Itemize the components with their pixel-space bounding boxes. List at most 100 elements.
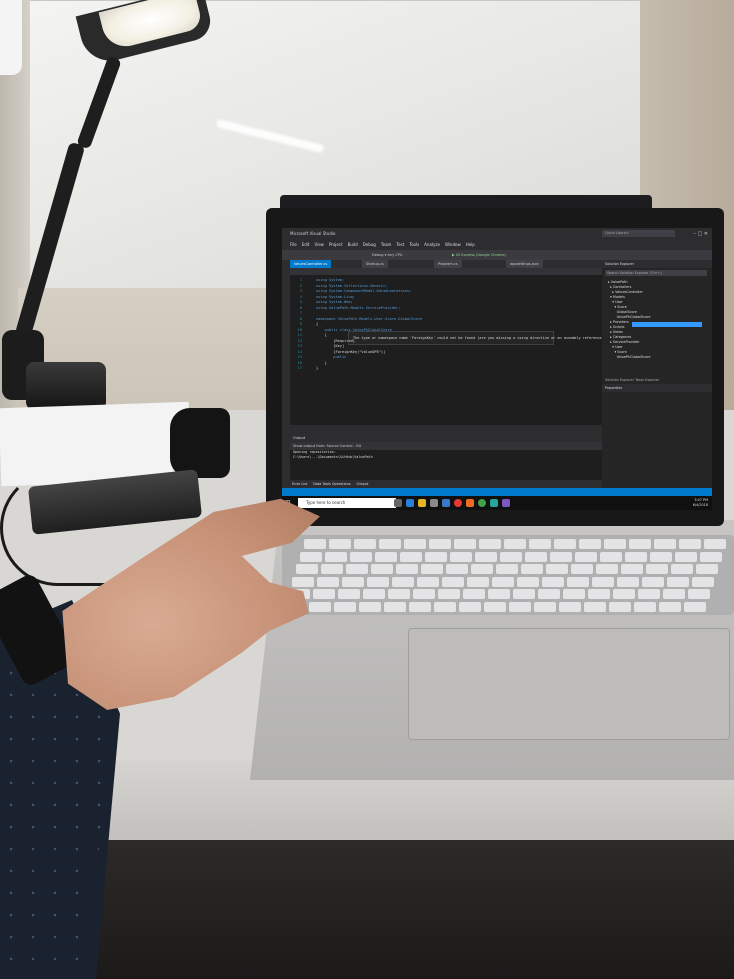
code-line[interactable]: }: [316, 366, 318, 370]
editor-tab[interactable]: appsettings.json: [506, 260, 543, 268]
keyboard-key[interactable]: [363, 589, 385, 599]
keyboard-key[interactable]: [479, 539, 501, 549]
keyboard-key[interactable]: [417, 576, 439, 587]
app-icon-teal[interactable]: [490, 499, 498, 507]
keyboard-key[interactable]: [404, 539, 426, 549]
code-line[interactable]: }: [316, 361, 327, 365]
keyboard-key[interactable]: [396, 564, 418, 574]
code-line[interactable]: using ValuePath.Models.ServiceProvider;: [316, 306, 400, 310]
keyboard-key[interactable]: [350, 551, 372, 562]
bottom-tab[interactable]: Data Tools Operations: [313, 482, 350, 486]
code-line[interactable]: using System.Collections.Generic;: [316, 284, 387, 288]
keyboard-key[interactable]: [296, 564, 318, 574]
keyboard-key[interactable]: [621, 564, 643, 574]
keyboard-key[interactable]: [346, 564, 368, 574]
menu-item-debug[interactable]: Debug: [363, 242, 376, 247]
keyboard-key[interactable]: [442, 576, 464, 587]
bottom-tab[interactable]: Error List: [292, 482, 307, 486]
menu-item-tools[interactable]: Tools: [409, 242, 419, 247]
keyboard-key[interactable]: [617, 576, 639, 587]
editor-tab[interactable]: Program.cs: [434, 260, 462, 268]
keyboard-key[interactable]: [525, 551, 547, 562]
keyboard-key[interactable]: [488, 589, 510, 599]
keyboard-key[interactable]: [613, 589, 635, 599]
store-icon[interactable]: [430, 499, 438, 507]
keyboard-key[interactable]: [384, 601, 406, 612]
file-explorer-icon[interactable]: [418, 499, 426, 507]
code-line[interactable]: public class ValuePhGlobalScore: [316, 328, 392, 332]
keyboard-key[interactable]: [450, 551, 472, 562]
keyboard-key[interactable]: [646, 564, 668, 574]
keyboard-key[interactable]: [688, 589, 710, 599]
keyboard-key[interactable]: [342, 576, 364, 587]
keyboard-key[interactable]: [434, 601, 456, 612]
keyboard-key[interactable]: [604, 539, 626, 549]
explorer-tabs[interactable]: Solution Explorer Team Explorer: [605, 378, 659, 382]
keyboard-key[interactable]: [454, 539, 476, 549]
menu-item-view[interactable]: View: [314, 242, 324, 247]
keyboard-key[interactable]: [471, 564, 493, 574]
keyboard-key[interactable]: [459, 601, 481, 612]
keyboard-key[interactable]: [679, 539, 701, 549]
keyboard-key[interactable]: [413, 589, 435, 599]
keyboard-key[interactable]: [638, 589, 660, 599]
menu-item-test[interactable]: Test: [396, 242, 404, 247]
keyboard-key[interactable]: [634, 601, 656, 612]
chrome-icon[interactable]: [454, 499, 462, 507]
window-controls[interactable]: – □ ✕: [693, 228, 708, 240]
keyboard-key[interactable]: [500, 551, 522, 562]
keyboard-key[interactable]: [625, 551, 647, 562]
keyboard-key[interactable]: [325, 551, 347, 562]
keyboard-key[interactable]: [671, 564, 693, 574]
edge-icon[interactable]: [406, 499, 414, 507]
keyboard-key[interactable]: [546, 564, 568, 574]
keyboard-key[interactable]: [542, 576, 564, 587]
keyboard-key[interactable]: [400, 551, 422, 562]
code-line[interactable]: [Required]: [316, 339, 355, 343]
keyboard-key[interactable]: [313, 589, 335, 599]
keyboard-key[interactable]: [659, 601, 681, 612]
keyboard-key[interactable]: [571, 564, 593, 574]
keyboard-key[interactable]: [554, 539, 576, 549]
keyboard-key[interactable]: [567, 576, 589, 587]
keyboard-key[interactable]: [596, 564, 618, 574]
vs-left-toolbox[interactable]: [282, 260, 290, 488]
keyboard-key[interactable]: [484, 601, 506, 612]
keyboard-key[interactable]: [684, 601, 706, 612]
keyboard-key[interactable]: [317, 576, 339, 587]
keyboard-key[interactable]: [300, 551, 322, 562]
system-tray-clock[interactable]: 3:07 PM 6/4/2018: [693, 498, 708, 508]
solution-tree[interactable]: ▸ ValuePath ▸ Controllers ▸ ValuesContro…: [608, 280, 650, 360]
keyboard-key[interactable]: [425, 551, 447, 562]
vs-quick-launch[interactable]: Quick Launch: [602, 230, 675, 237]
keyboard-key[interactable]: [388, 589, 410, 599]
keyboard-key[interactable]: [359, 601, 381, 612]
keyboard-key[interactable]: [513, 589, 535, 599]
keyboard-key[interactable]: [329, 539, 351, 549]
keyboard-key[interactable]: [696, 564, 718, 574]
keyboard-key[interactable]: [492, 576, 514, 587]
keyboard-key[interactable]: [579, 539, 601, 549]
keyboard-key[interactable]: [446, 564, 468, 574]
keyboard-key[interactable]: [338, 589, 360, 599]
keyboard-key[interactable]: [609, 601, 631, 612]
editor-tab[interactable]: ValuesController.cs: [290, 260, 332, 268]
keyboard-key[interactable]: [550, 551, 572, 562]
code-line[interactable]: public: [316, 355, 346, 359]
keyboard-key[interactable]: [379, 539, 401, 549]
keyboard-key[interactable]: [600, 551, 622, 562]
keyboard-key[interactable]: [309, 601, 331, 612]
keyboard-key[interactable]: [559, 601, 581, 612]
keyboard-key[interactable]: [575, 551, 597, 562]
mail-icon[interactable]: [442, 499, 450, 507]
keyboard-key[interactable]: [292, 576, 314, 587]
app-icon-green[interactable]: [478, 499, 486, 507]
menu-item-edit[interactable]: Edit: [302, 242, 310, 247]
code-line[interactable]: using System;: [316, 278, 344, 282]
solution-search-input[interactable]: Search Solution Explorer (Ctrl+;): [605, 270, 707, 276]
vs-navigation-bar[interactable]: [290, 268, 602, 275]
keyboard-key[interactable]: [650, 551, 672, 562]
keyboard-key[interactable]: [700, 551, 722, 562]
code-line[interactable]: using System.Web;: [316, 300, 353, 304]
code-editor[interactable]: The type or namespace name 'ForeignKey' …: [290, 275, 606, 425]
